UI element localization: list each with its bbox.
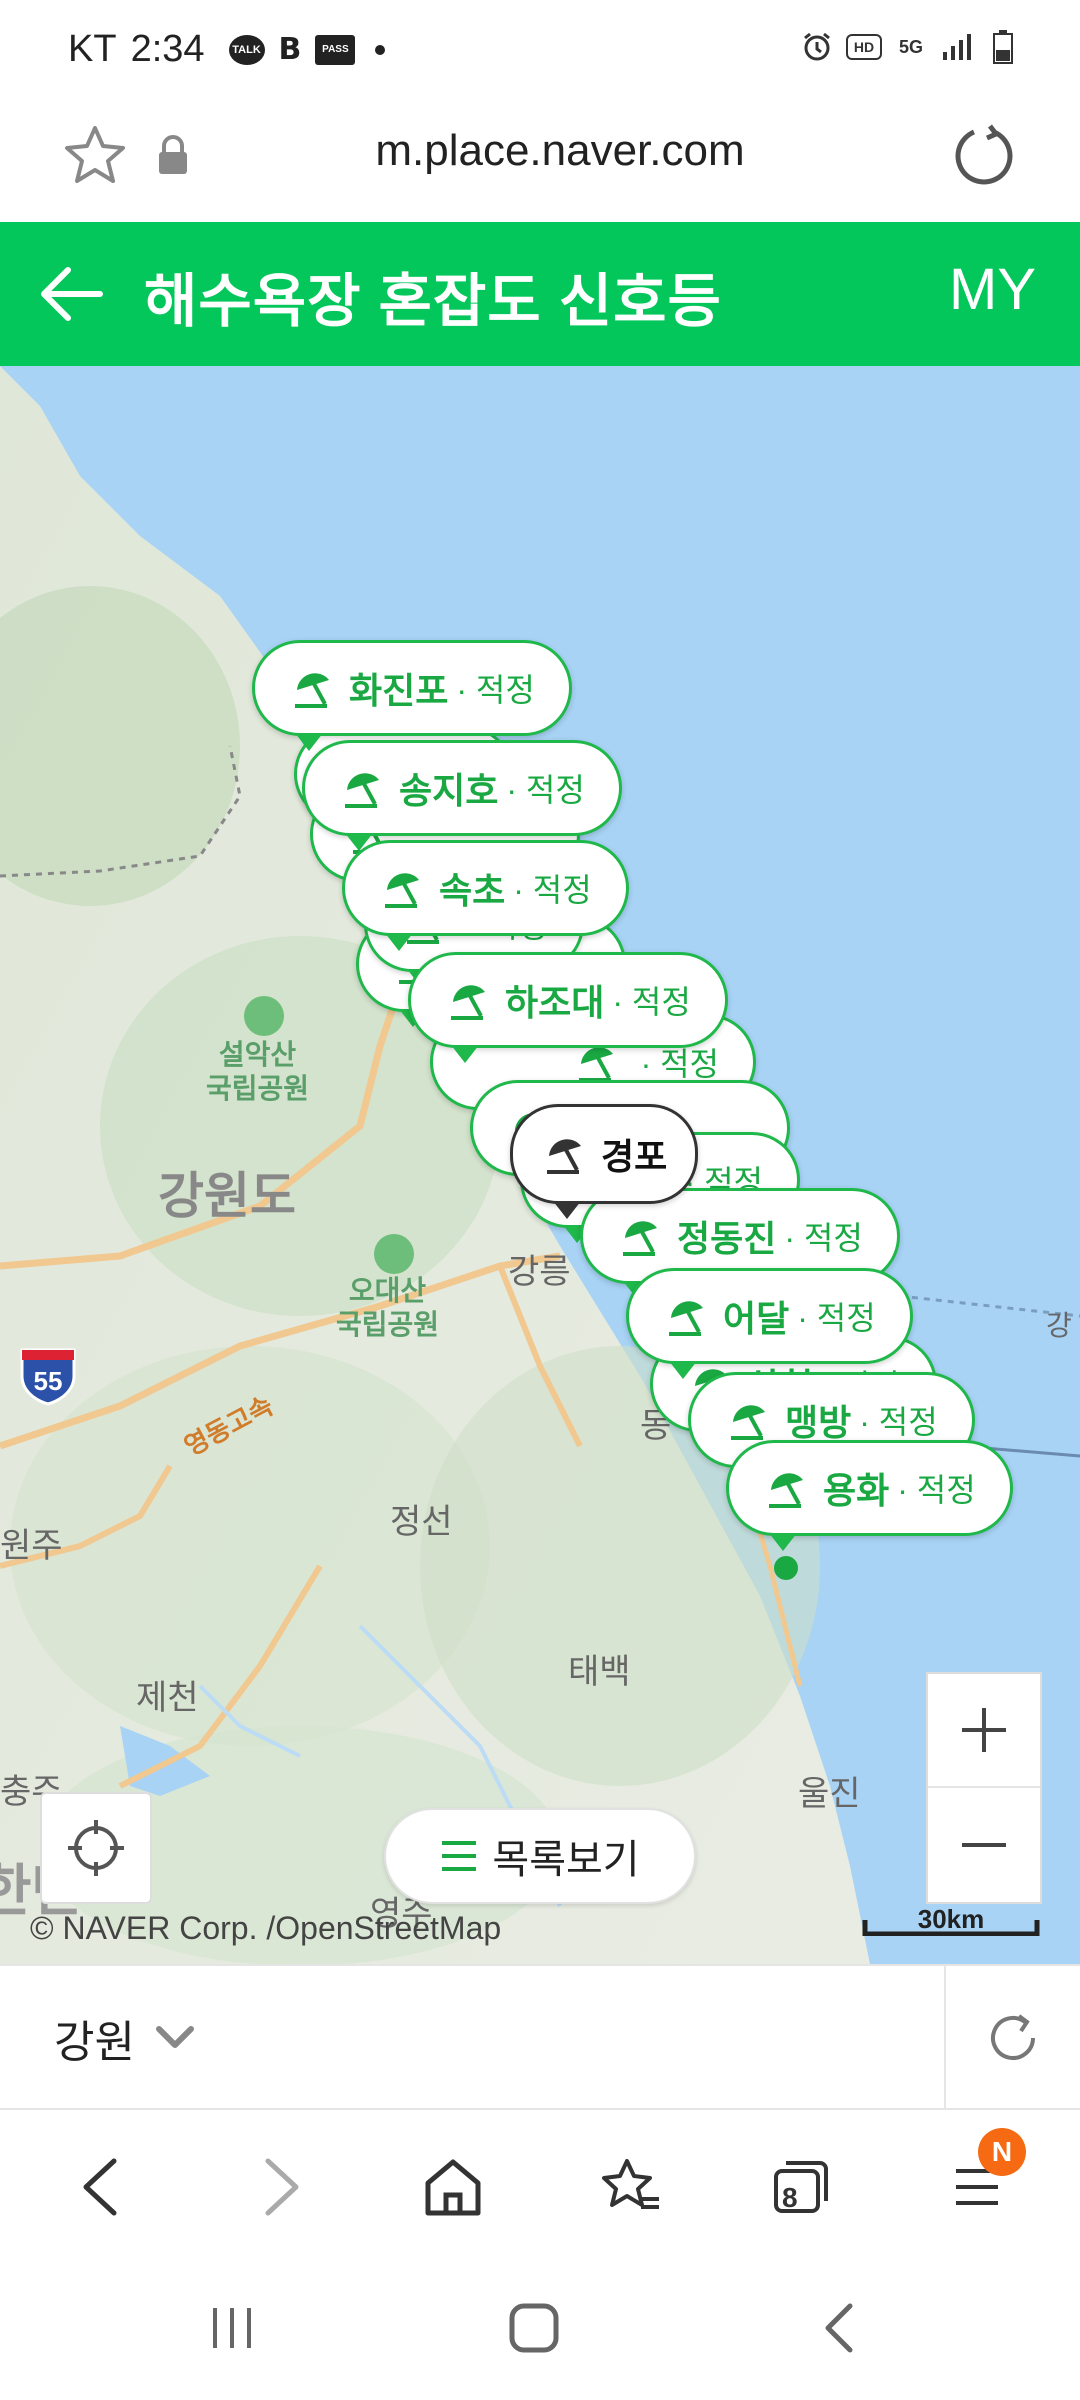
beach-umbrella-icon [665,1294,709,1338]
beach-umbrella-icon [619,1214,663,1258]
hd-voice-icon: HD [846,34,882,60]
map-label-uljin: 울진 [798,1775,861,1813]
beach-umbrella-icon [341,766,385,810]
page-title: 해수욕장 혼잡도 신호등 [144,269,722,334]
browser-nav-bar: 8 N [0,2112,1080,2258]
battery-icon [986,30,1020,64]
list-icon [442,1841,477,1871]
chevron-left-icon [83,2158,117,2216]
beach-pin[interactable]: 송지호 · 적정 [302,740,622,851]
recent-apps-button[interactable] [192,2298,272,2358]
back-button[interactable] [36,258,108,330]
beach-umbrella-icon [381,866,425,910]
tabs-icon [774,2161,828,2213]
carrier-label: KT [68,28,117,70]
bookmark-star-button[interactable] [60,120,130,190]
lock-icon [156,134,190,176]
map-label-gangneung: 강릉 [508,1253,571,1291]
band-icon: B [278,32,302,67]
beach-umbrella-icon [291,666,335,710]
mountain-icon [374,1234,414,1274]
chevron-down-icon [155,2026,194,2048]
beach-umbrella-icon [543,1132,587,1176]
minus-icon [962,1843,1006,1847]
browser-forward-button[interactable] [236,2142,326,2232]
mountain-icon [244,996,284,1036]
zoom-controls [926,1672,1042,1904]
beach-umbrella-icon [765,1466,809,1510]
zoom-out-button[interactable] [928,1788,1040,1902]
map-scale: 30km [862,1904,1040,1936]
home-icon [425,2159,481,2216]
star-list-icon [602,2159,659,2209]
star-icon [65,126,125,183]
beach-pin[interactable]: 하조대 · 적정 [408,952,728,1063]
url-bar: m.place.naver.com [0,100,1080,222]
highway-number: 55 [33,1366,63,1396]
map-label-seorak: 설악산 국립공원 [206,1039,310,1104]
map-label-wonju: 원주 [0,1527,63,1565]
app-header: 해수욕장 혼잡도 신호등 MY [0,222,1080,366]
chevron-right-icon [265,2158,299,2216]
list-view-label: 목록보기 [492,1838,640,1882]
reload-button[interactable] [950,122,1016,188]
tabs-count: 8 [782,2182,798,2213]
beach-umbrella-icon [727,1398,771,1442]
beach-pin[interactable]: 어달 · 적정 [626,1268,913,1379]
beach-pin[interactable]: 용화 · 적정 [726,1440,1013,1551]
system-back-button[interactable] [800,2298,880,2358]
status-bar: KT 2:34 TALK B PASS HD 5G [0,0,1080,100]
tabs-button[interactable]: 8 [756,2142,846,2232]
beach-umbrella-icon [447,978,491,1022]
home-square-icon [509,2303,559,2353]
list-view-button[interactable]: 목록보기 [384,1808,696,1904]
bookmarks-button[interactable] [584,2142,674,2232]
region-name: 강원 [54,2018,135,2067]
zoom-in-button[interactable] [928,1674,1040,1788]
chevron-left-icon [825,2303,853,2353]
map-label-odaesan: 오대산 국립공원 [336,1275,440,1340]
signal-icon [940,30,974,64]
system-nav-bar [0,2258,1080,2400]
map-view[interactable]: 강원도 설악산 국립공원 오대산 국립공원 강릉 정선 태백 제천 원주 충주 … [0,366,1080,1964]
recent-apps-icon [213,2308,251,2348]
region-dropdown[interactable]: 강원 [54,2006,195,2070]
menu-button[interactable]: N [932,2128,1026,2232]
beach-pin[interactable]: 속초 · 적정 [342,840,629,951]
crosshair-icon [68,1820,124,1876]
time-label: 2:34 [130,28,205,70]
map-label-gang-right: 강 [1046,1310,1072,1341]
url-text[interactable]: m.place.naver.com [260,126,860,176]
region-bar: 강원 [0,1964,1080,2110]
plus-icon [962,1708,1006,1752]
current-location-button[interactable] [40,1792,152,1904]
map-label-gangwon: 강원도 [158,1168,296,1224]
notification-dot-icon [375,44,386,55]
browser-back-button[interactable] [56,2142,146,2232]
kakaotalk-icon: TALK [228,34,265,65]
map-label-jeongseon: 정선 [390,1503,453,1541]
alarm-icon [800,30,834,64]
pass-icon: PASS [315,34,356,65]
my-button[interactable]: MY [949,256,1036,323]
highway-shield-icon: 55 [18,1346,78,1408]
refresh-button[interactable] [944,1966,1080,2110]
selected-beach-pin[interactable]: 경포 [510,1104,699,1219]
reload-icon [955,124,1013,185]
map-label-jecheon: 제천 [136,1679,199,1717]
refresh-icon [991,2014,1035,2060]
system-home-button[interactable] [494,2298,574,2358]
map-copyright: © NAVER Corp. /OpenStreetMap [30,1910,502,1946]
beach-pin[interactable]: 화진포 · 적정 [252,640,572,751]
network-5g-icon: 5G [898,36,923,57]
arrow-left-icon [41,267,103,321]
home-button[interactable] [408,2142,498,2232]
map-label-taebaek: 태백 [568,1653,631,1691]
menu-badge: N [978,2128,1026,2176]
